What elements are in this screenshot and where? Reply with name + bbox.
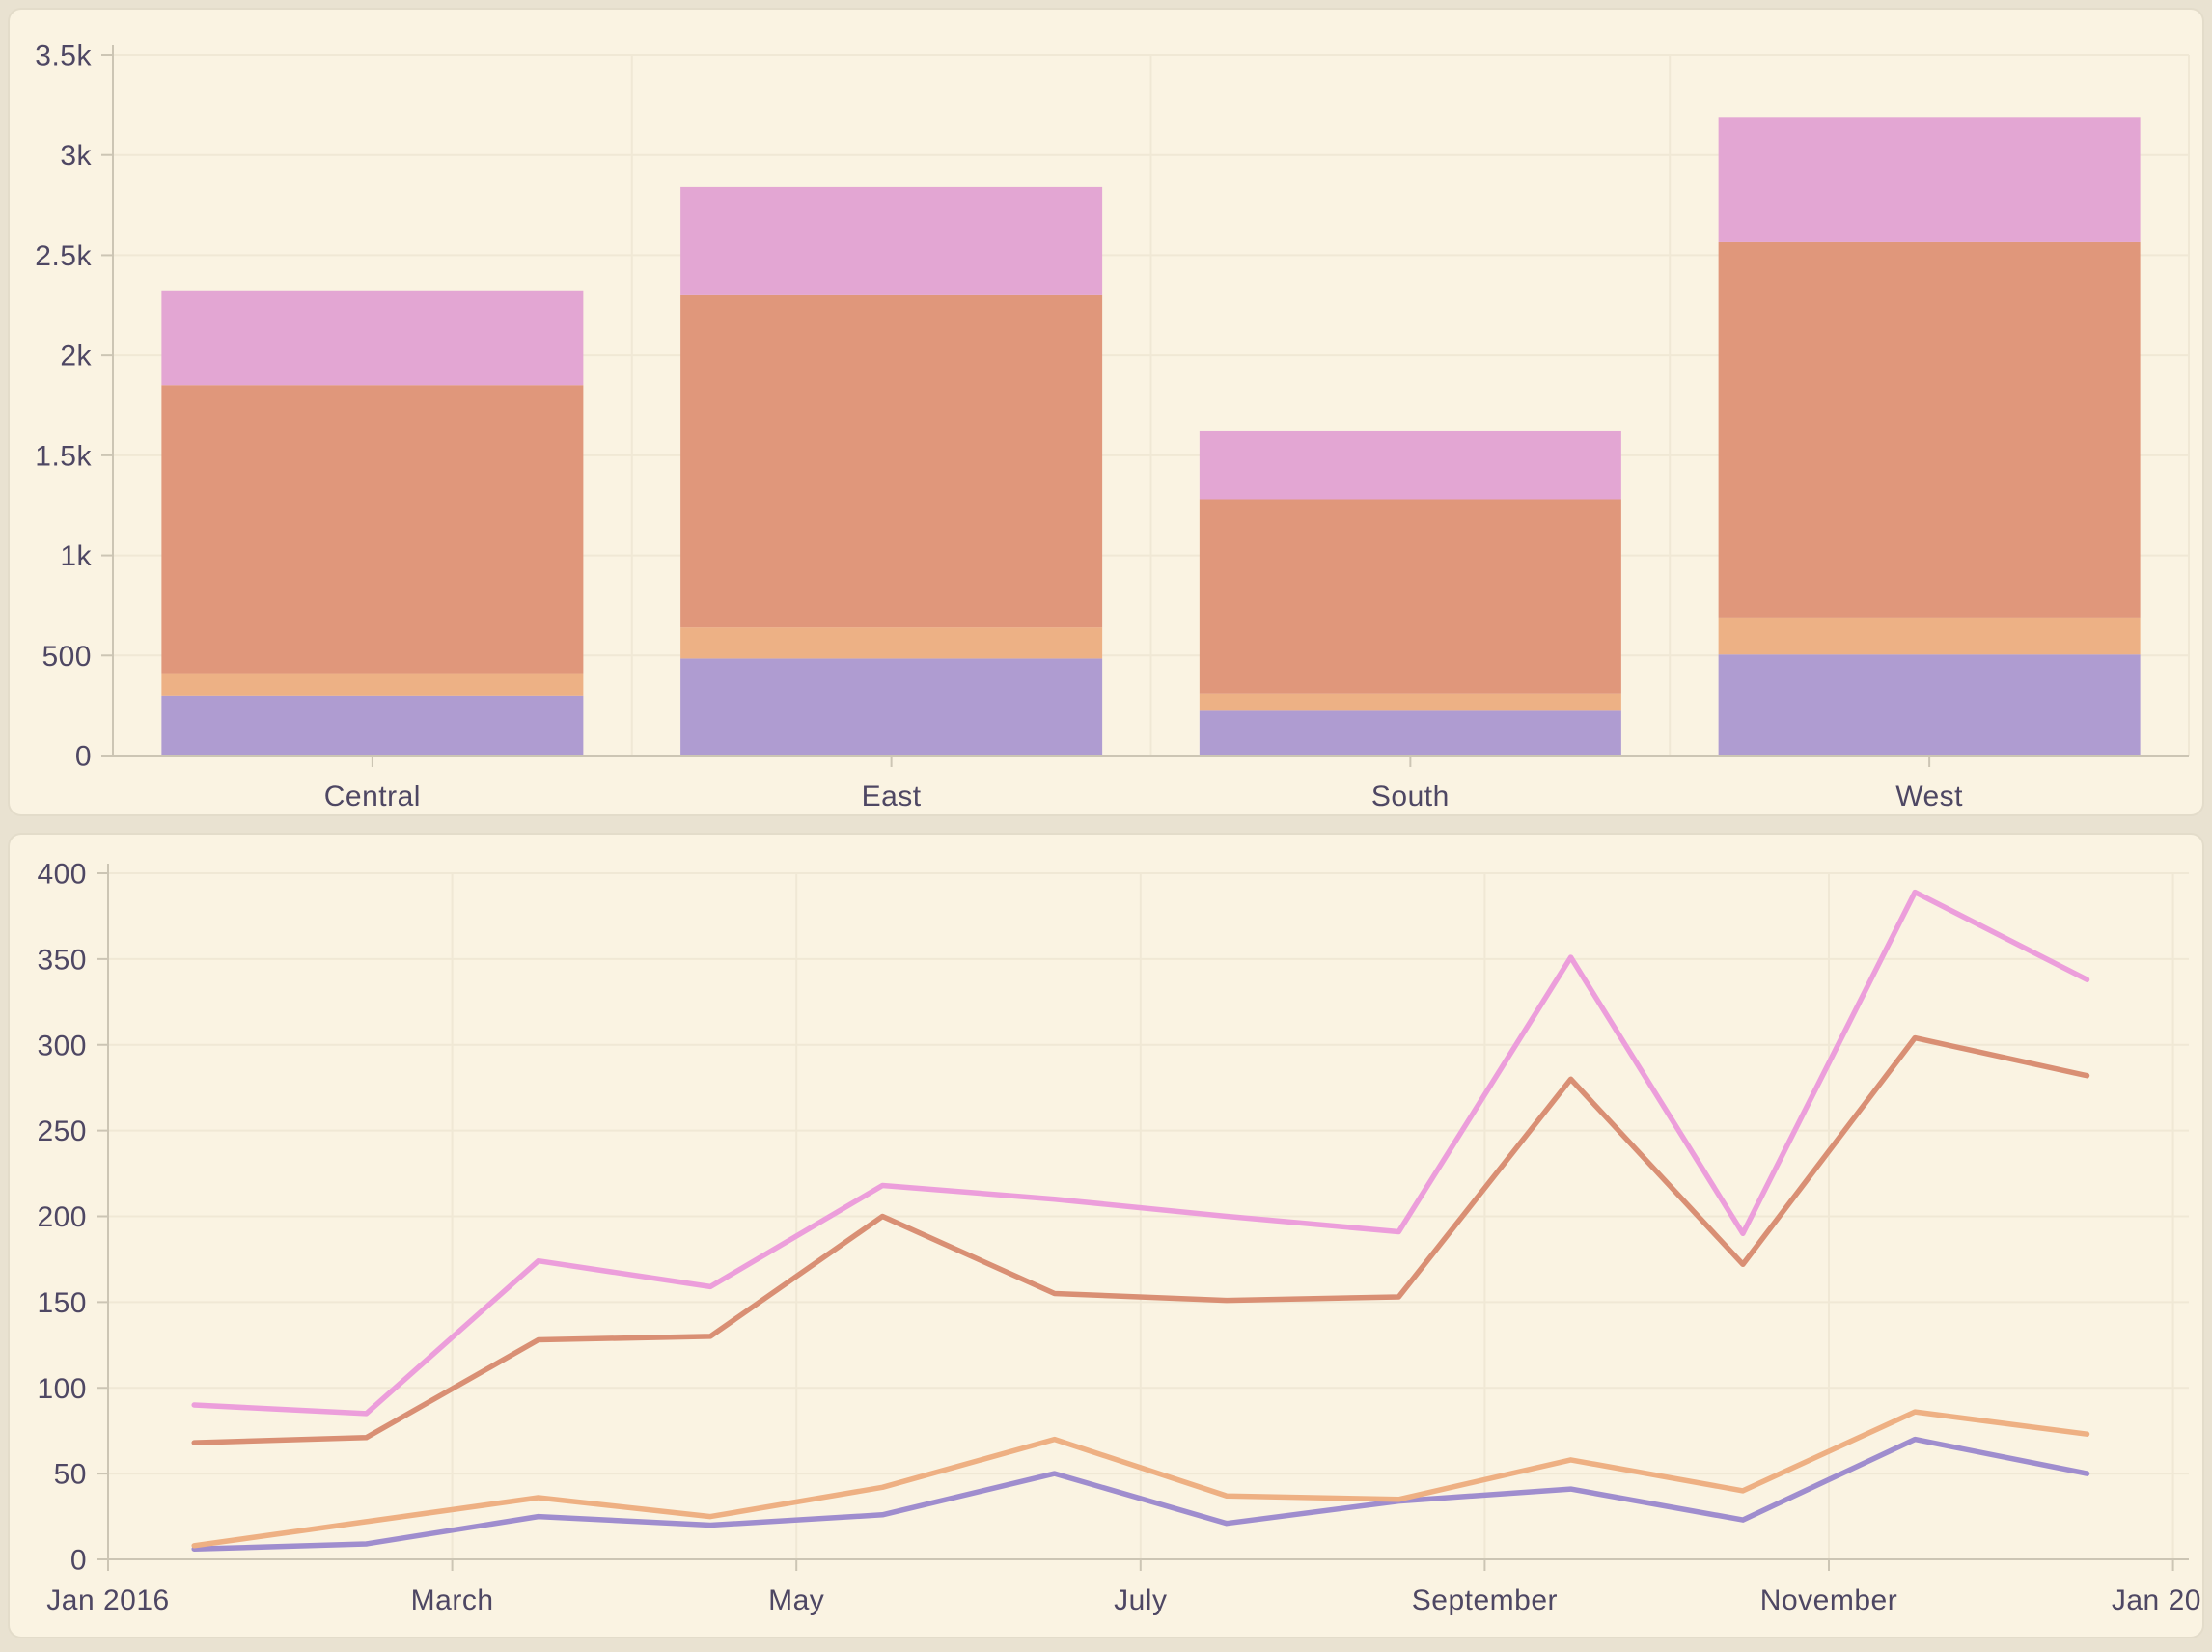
line-chart-card: 0 50 100 150 200 250 300 350 400 Jan 2016 March May… — [8, 833, 2204, 1638]
y-tick-label: 1k — [60, 540, 92, 572]
bar-segment-pink-east — [680, 187, 1102, 295]
bar-segment-purple-west — [1719, 654, 2141, 756]
y-tick-label: 250 — [37, 1115, 87, 1147]
bar-segment-salmon-west — [1719, 242, 2141, 618]
y-tick-label: 400 — [37, 859, 87, 891]
bar-segment-purple-south — [1200, 710, 1621, 756]
bar-segment-purple-central — [161, 696, 583, 756]
x-tick-label-jan-2016: Jan 2016 — [46, 1584, 169, 1616]
y-tick-label: 2k — [60, 341, 92, 372]
y-tick-label: 0 — [70, 1545, 87, 1577]
bar-segment-tan-east — [680, 627, 1102, 658]
bar-segment-salmon-south — [1200, 499, 1621, 693]
bar-segment-salmon-central — [161, 385, 583, 673]
x-tick-label-november: November — [1760, 1584, 1897, 1616]
y-tick-label: 2.5k — [35, 240, 92, 272]
bar-segment-pink-south — [1200, 431, 1621, 500]
y-tick-label: 200 — [37, 1201, 87, 1233]
x-tick-label-east: East — [862, 781, 922, 812]
y-tick-label: 3.5k — [35, 41, 92, 72]
x-tick-label-central: Central — [324, 781, 421, 812]
x-tick-label-west: West — [1895, 781, 1963, 812]
y-tick-label: 100 — [37, 1373, 87, 1405]
stacked-bar-chart-card: 0 500 1k 1.5k 2k 2.5k 3k 3.5k Central East South We… — [8, 8, 2204, 816]
y-tick-label: 0 — [75, 741, 92, 773]
x-tick-label-september: September — [1412, 1584, 1558, 1616]
y-tick-label: 350 — [37, 944, 87, 976]
bar-segment-pink-central — [161, 291, 583, 385]
y-tick-label: 500 — [41, 641, 92, 673]
bar-segment-salmon-east — [680, 295, 1102, 627]
bar-segment-tan-central — [161, 674, 583, 696]
x-tick-label-may: May — [768, 1584, 824, 1616]
bar-segment-tan-south — [1200, 694, 1621, 711]
line-chart: 0 50 100 150 200 250 300 350 400 Jan 2016 March May… — [10, 835, 2202, 1637]
bar-segment-tan-west — [1719, 618, 2141, 654]
y-tick-label: 50 — [54, 1459, 87, 1491]
y-tick-label: 3k — [60, 140, 92, 172]
y-tick-label: 150 — [37, 1287, 87, 1319]
bar-segment-purple-east — [680, 658, 1102, 756]
y-tick-label: 300 — [37, 1030, 87, 1061]
x-tick-label-south: South — [1371, 781, 1450, 812]
x-tick-label-jan-2017: Jan 2017 — [2112, 1584, 2202, 1616]
bar-segment-pink-west — [1719, 117, 2141, 242]
x-tick-label-july: July — [1114, 1584, 1167, 1616]
x-tick-label-march: March — [411, 1584, 494, 1616]
y-tick-label: 1.5k — [35, 440, 92, 472]
stacked-bar-chart: 0 500 1k 1.5k 2k 2.5k 3k 3.5k Central East South We… — [10, 10, 2202, 814]
